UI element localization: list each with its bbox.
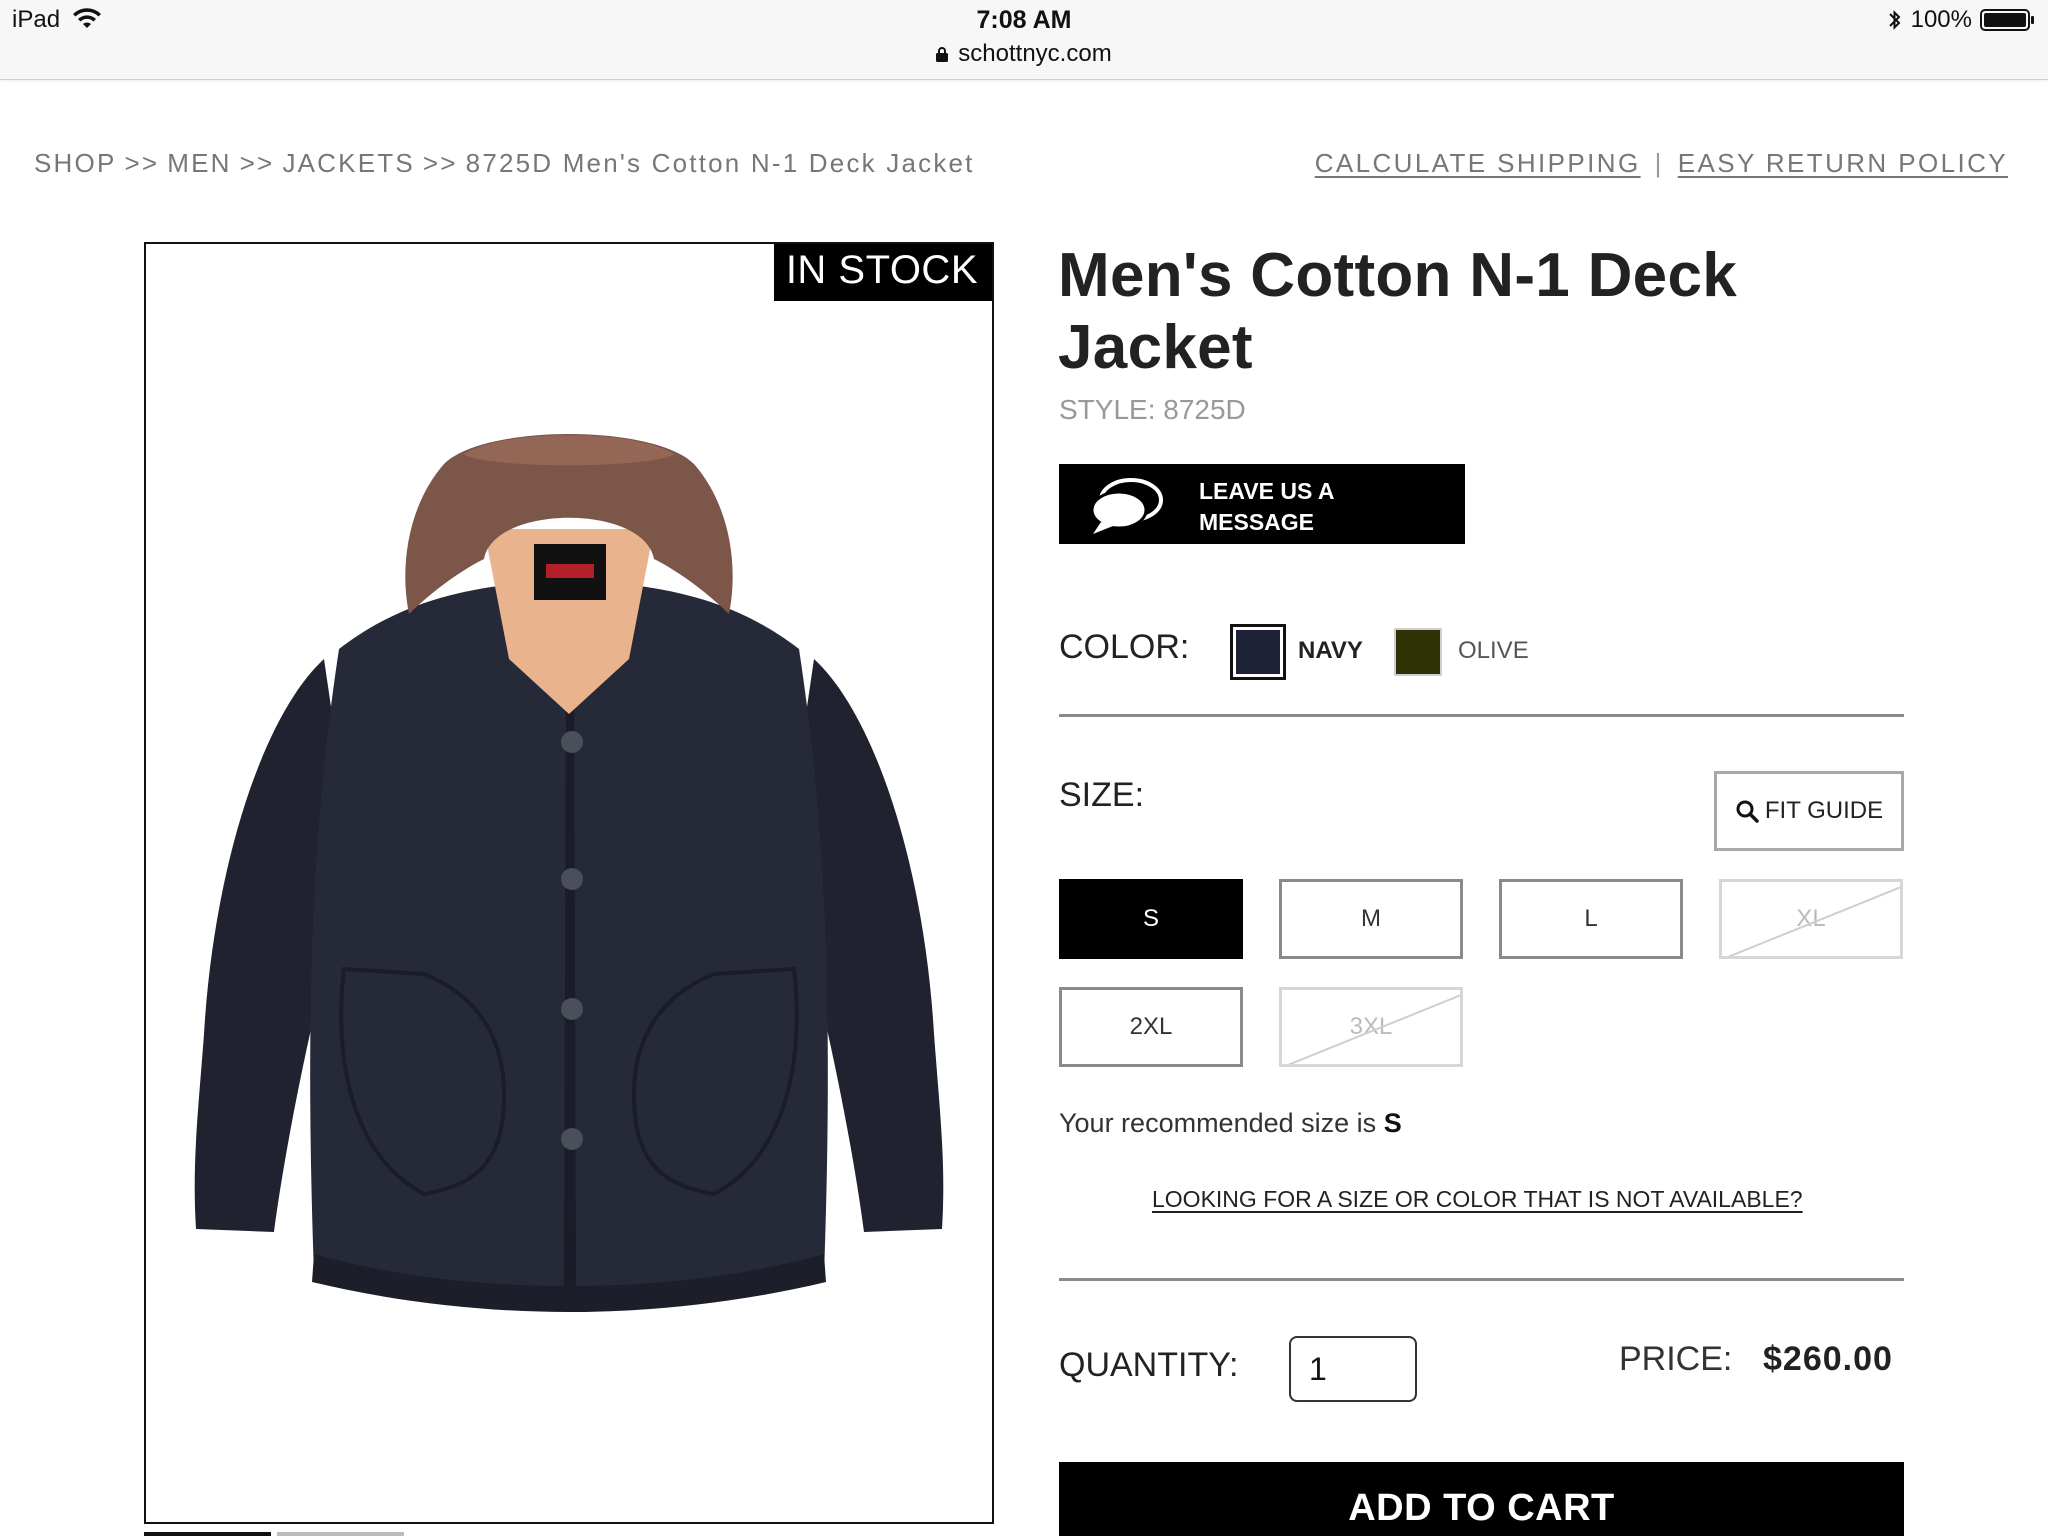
address-bar[interactable]: schottnyc.com	[0, 40, 2048, 68]
thumb-indicator[interactable]	[277, 1532, 404, 1536]
clock: 7:08 AM	[976, 6, 1072, 34]
battery-percent: 100%	[1910, 6, 1972, 33]
color-name-navy[interactable]: NAVY	[1298, 637, 1363, 665]
breadcrumb-separator: >>	[422, 148, 458, 178]
size-option-xl[interactable]: XL	[1719, 879, 1903, 959]
breadcrumb-current: 8725D Men's Cotton N-1 Deck Jacket	[465, 148, 975, 178]
section-divider	[1059, 714, 1904, 717]
color-name-olive[interactable]: OLIVE	[1458, 637, 1529, 665]
product-image-panel[interactable]: IN STOCK	[144, 242, 994, 1524]
price-label: PRICE:	[1619, 1340, 1733, 1378]
quantity-label: QUANTITY:	[1059, 1346, 1239, 1384]
size-not-available-link[interactable]: LOOKING FOR A SIZE OR COLOR THAT IS NOT …	[1152, 1186, 1803, 1213]
fit-guide-button[interactable]: FIT GUIDE	[1714, 771, 1904, 851]
size-option-m[interactable]: M	[1279, 879, 1463, 959]
breadcrumb: SHOP >> MEN >> JACKETS >> 8725D Men's Cotton N…	[34, 148, 975, 179]
style-code: STYLE: 8725D	[1059, 394, 1246, 425]
color-label: COLOR:	[1059, 628, 1190, 666]
section-divider	[1059, 1278, 1904, 1281]
lock-icon	[936, 47, 949, 62]
chat-bubbles-icon	[1090, 478, 1163, 534]
breadcrumb-separator: >>	[124, 148, 160, 178]
recommended-size-text: Your recommended size is	[1059, 1108, 1377, 1138]
size-label: SIZE:	[1059, 776, 1145, 814]
battery-icon	[1980, 9, 2034, 31]
policy-links: CALCULATE SHIPPING | EASY RETURN POLICY	[1315, 148, 2008, 179]
jacket-photo	[194, 434, 944, 1312]
color-swatch-navy[interactable]	[1230, 624, 1286, 680]
price-value: $260.00	[1763, 1340, 1893, 1378]
breadcrumb-shop[interactable]: SHOP	[34, 148, 116, 178]
leave-message-button[interactable]: LEAVE US A MESSAGE	[1059, 464, 1465, 544]
calculate-shipping-link[interactable]: CALCULATE SHIPPING	[1315, 148, 1641, 178]
leave-message-label: LEAVE US A MESSAGE	[1199, 478, 1334, 535]
status-bar: iPad 7:08 AM schottnyc.com 100%	[0, 0, 2048, 80]
search-icon	[1736, 800, 1759, 823]
product-title: Men's Cotton N-1 Deck Jacket	[1058, 241, 1738, 382]
breadcrumb-jackets[interactable]: JACKETS	[282, 148, 414, 178]
navy-swatch-fill	[1236, 630, 1280, 674]
status-indicators: 100%	[1887, 6, 2036, 34]
size-option-l[interactable]: L	[1499, 879, 1683, 959]
fit-guide-label: FIT GUIDE	[1764, 797, 1884, 824]
return-policy-link[interactable]: EASY RETURN POLICY	[1678, 148, 2008, 178]
thumb-indicator-active[interactable]	[144, 1532, 271, 1536]
recommended-size-value: S	[1383, 1108, 1402, 1138]
image-carousel-indicators[interactable]	[144, 1532, 404, 1536]
add-to-cart-button[interactable]: ADD TO CART	[1059, 1462, 1904, 1536]
link-divider: |	[1654, 148, 1664, 178]
quantity-input[interactable]	[1289, 1336, 1417, 1402]
size-option-2xl[interactable]: 2XL	[1059, 987, 1243, 1067]
bluetooth-icon	[1888, 10, 1901, 30]
size-option-3xl[interactable]: 3XL	[1279, 987, 1463, 1067]
stock-badge: IN STOCK	[773, 244, 992, 301]
url-text: schottnyc.com	[958, 40, 1112, 67]
recommended-size: Your recommended size is S	[1059, 1108, 1402, 1139]
size-option-s[interactable]: S	[1059, 879, 1243, 959]
breadcrumb-separator: >>	[239, 148, 275, 178]
breadcrumb-men[interactable]: MEN	[167, 148, 231, 178]
color-swatch-olive[interactable]	[1394, 628, 1442, 676]
